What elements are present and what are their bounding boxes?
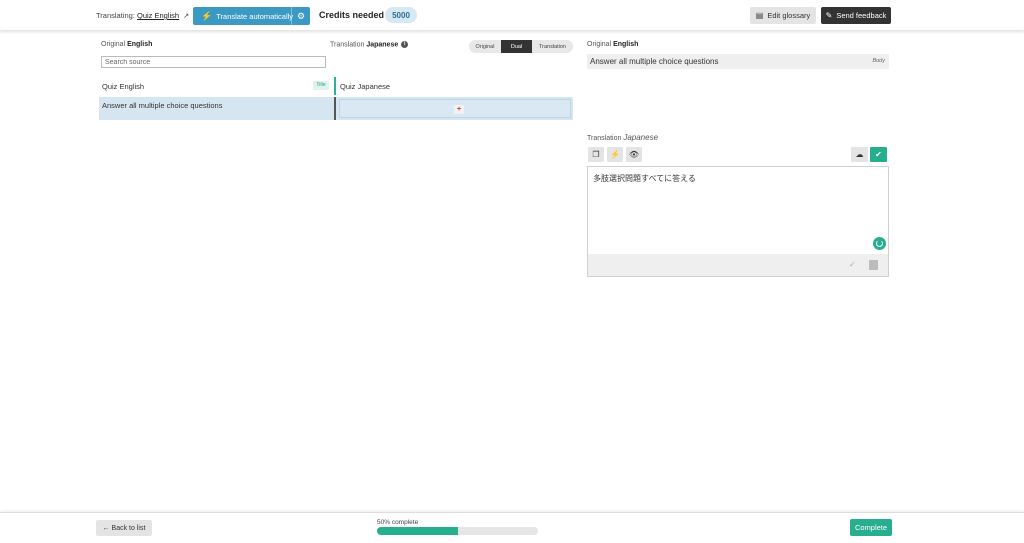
- left-translation-label: Translation Japanese i: [330, 41, 409, 49]
- bottom-bar: ← Back to list 50% complete Complete: [0, 512, 1024, 543]
- right-original-prefix: Original: [587, 41, 612, 48]
- copy-icon: ❐: [592, 150, 600, 159]
- left-original-lang: English: [127, 41, 153, 48]
- send-feedback-button[interactable]: ✎ Send feedback: [821, 7, 891, 24]
- eye-icon: 👁: [628, 150, 640, 159]
- translate-automatically-main[interactable]: ⚡ Translate automatically: [193, 7, 294, 25]
- left-translation-prefix: Translation: [330, 41, 365, 49]
- progress-label: 50% complete: [377, 519, 419, 526]
- segment-row-source[interactable]: Quiz English Title: [99, 77, 335, 95]
- source-text: Answer all multiple choice questions: [590, 57, 719, 66]
- credits-needed-value: 5000: [385, 7, 417, 23]
- translating-prefix: Translating:: [96, 11, 135, 20]
- confirm-translation-button[interactable]: ✔: [870, 147, 887, 162]
- auto-translate-segment-button[interactable]: ⚡: [607, 147, 623, 162]
- left-original-prefix: Original: [101, 41, 126, 48]
- view-mode-toggle: Original Dual Translation: [469, 40, 573, 53]
- edit-glossary-label: Edit glossary: [767, 11, 811, 20]
- spellcheck-icon[interactable]: ✓: [849, 260, 856, 269]
- pen-icon: ✎: [825, 11, 833, 20]
- info-icon[interactable]: i: [401, 41, 409, 48]
- cloud-save-button[interactable]: ☁: [851, 147, 868, 162]
- view-translation-option[interactable]: Translation: [532, 40, 573, 53]
- external-link-icon[interactable]: ↗: [183, 12, 189, 20]
- right-translation-lang: Japanese: [623, 133, 659, 142]
- preview-button[interactable]: 👁: [626, 147, 642, 162]
- translate-settings-icon[interactable]: ⚙: [292, 11, 310, 22]
- back-to-list-button[interactable]: ← Back to list: [96, 520, 152, 536]
- segment-source-text: Answer all multiple choice questions: [102, 101, 223, 110]
- view-dual-option[interactable]: Dual: [501, 40, 532, 53]
- progress-bar: [377, 527, 538, 535]
- right-translation-prefix: Translation: [587, 135, 622, 142]
- translate-automatically-button[interactable]: ⚡ Translate automatically ⚙: [193, 7, 310, 25]
- check-icon: ✔: [875, 150, 882, 159]
- translation-editor-text[interactable]: 多肢選択問題すべてに答える: [593, 173, 696, 184]
- right-original-lang: English: [613, 41, 639, 48]
- translating-document-link[interactable]: Quiz English: [137, 11, 179, 20]
- left-translation-lang: Japanese: [366, 41, 399, 49]
- trash-icon[interactable]: [869, 260, 878, 270]
- complete-button[interactable]: Complete: [850, 519, 892, 536]
- segment-type-badge: Title: [313, 81, 329, 90]
- right-translation-label: Translation Japanese: [587, 133, 658, 142]
- edit-glossary-button[interactable]: ▤ Edit glossary: [750, 7, 816, 24]
- translating-info: Translating: Quiz English ↗: [96, 11, 189, 20]
- segment-row-source-selected[interactable]: Answer all multiple choice questions: [99, 97, 335, 120]
- translate-automatically-label: Translate automatically: [216, 11, 294, 21]
- top-bar: Translating: Quiz English ↗ ⚡ Translate …: [0, 0, 1024, 31]
- segment-row-translation-selected[interactable]: +: [334, 97, 573, 120]
- progress-bar-fill: [377, 527, 458, 535]
- translation-editor[interactable]: 多肢選択問題すべてに答える: [587, 166, 889, 254]
- source-text-box: Answer all multiple choice questions Bod…: [587, 54, 889, 69]
- credits-needed-label: Credits needed: [319, 10, 385, 20]
- search-source-input[interactable]: [101, 56, 326, 68]
- segment-source-text: Quiz English: [102, 82, 145, 91]
- right-original-label: Original English: [587, 41, 638, 48]
- segment-translation-text: Quiz Japanese: [340, 82, 391, 91]
- lightning-icon: ⚡: [201, 10, 213, 21]
- cloud-icon: ☁: [855, 150, 864, 159]
- editor-footer: ✓: [587, 254, 889, 277]
- book-icon: ▤: [755, 11, 764, 20]
- lightning-icon: ⚡: [610, 150, 620, 159]
- left-original-label: Original English: [101, 41, 152, 48]
- view-original-option[interactable]: Original: [469, 40, 501, 53]
- copy-source-button[interactable]: ❐: [588, 147, 604, 162]
- segment-translation-cell[interactable]: +: [339, 99, 571, 118]
- loading-spinner-icon: [873, 237, 886, 250]
- send-feedback-label: Send feedback: [836, 11, 887, 20]
- segment-row-translation[interactable]: Quiz Japanese: [334, 77, 573, 95]
- add-translation-button[interactable]: +: [454, 105, 464, 114]
- segment-type-tag: Body: [872, 58, 885, 64]
